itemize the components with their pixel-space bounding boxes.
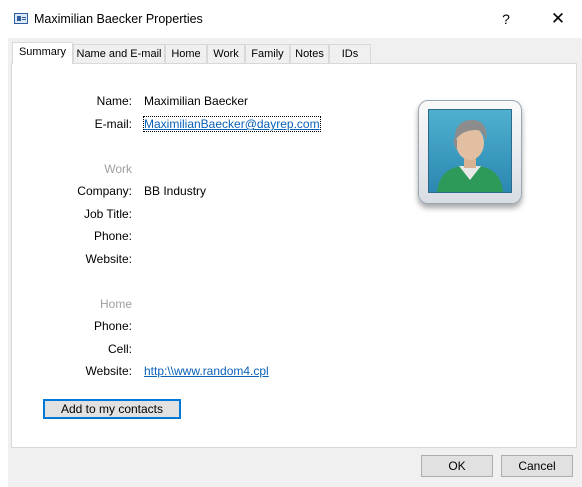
tab-work[interactable]: Work (207, 44, 245, 63)
name-label: Name: (96, 94, 132, 108)
tab-summary[interactable]: Summary (12, 42, 73, 64)
close-button[interactable]: ✕ (541, 6, 575, 32)
home-phone-label: Phone: (93, 319, 132, 333)
contact-card-icon (14, 13, 28, 24)
tab-home[interactable]: Home (165, 44, 207, 63)
title-bar: Maximilian Baecker Properties ? ✕ (8, 0, 582, 38)
tab-name-and-email[interactable]: Name and E-mail (73, 44, 165, 63)
work-phone-label: Phone: (93, 229, 132, 243)
tab-family[interactable]: Family (245, 44, 290, 63)
ok-button[interactable]: OK (421, 455, 493, 477)
email-link[interactable]: MaximilianBaecker@dayrep.com (143, 116, 321, 132)
tab-notes[interactable]: Notes (290, 44, 329, 63)
name-value: Maximilian Baecker (144, 94, 249, 108)
window-title: Maximilian Baecker Properties (34, 12, 203, 26)
company-label: Company: (77, 184, 132, 198)
cancel-button[interactable]: Cancel (501, 455, 573, 477)
company-value: BB Industry (144, 184, 207, 198)
email-label: E-mail: (94, 117, 132, 131)
home-website-link[interactable]: http:\\www.random4.cpl (144, 364, 269, 378)
contact-photo-frame (418, 100, 522, 204)
job-title-label: Job Title: (83, 207, 132, 221)
contact-photo (428, 109, 512, 193)
properties-dialog: Maximilian Baecker Properties ? ✕ Summar… (8, 0, 582, 487)
add-to-contacts-button[interactable]: Add to my contacts (43, 399, 181, 419)
tab-ids[interactable]: IDs (329, 44, 371, 63)
home-website-label: Website: (85, 364, 132, 378)
home-section-heading: Home (99, 297, 132, 311)
summary-panel: Name: Maximilian Baecker E-mail: Maximil… (11, 63, 577, 448)
work-website-label: Website: (85, 252, 132, 266)
work-section-heading: Work (104, 162, 132, 176)
cell-label: Cell: (107, 342, 132, 356)
person-silhouette-icon (437, 120, 503, 192)
help-button[interactable]: ? (493, 6, 519, 32)
